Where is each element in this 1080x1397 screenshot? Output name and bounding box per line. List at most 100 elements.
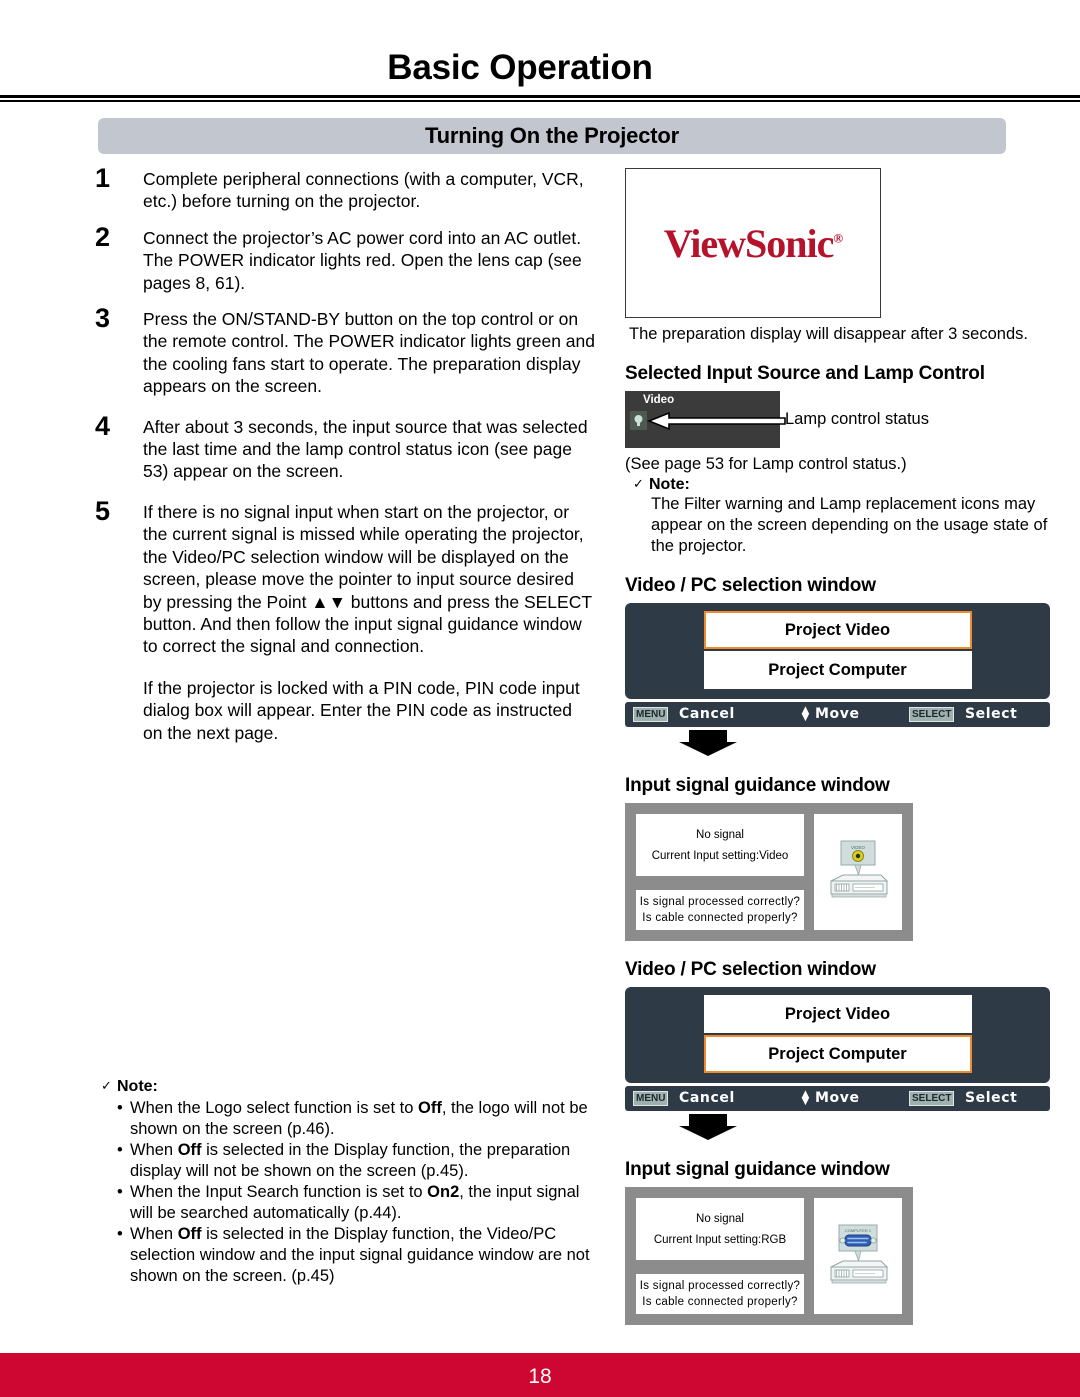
no-signal-label: No signal <box>696 828 744 841</box>
step-paragraph: Press the ON/STAND-BY button on the top … <box>143 309 595 397</box>
step-paragraph: If there is no signal input when start o… <box>143 501 592 657</box>
page-number: 18 <box>528 1365 552 1388</box>
video-pc-selection-window-2: Project Video Project Computer <box>625 987 1050 1083</box>
cancel-label[interactable]: Cancel <box>679 1090 735 1106</box>
note-item: When Off is selected in the Display func… <box>117 1140 595 1182</box>
step-number: 2 <box>95 221 111 252</box>
guidance-question-box: Is signal processed correctly? Is cable … <box>636 890 804 930</box>
guidance-question-box: Is signal processed correctly? Is cable … <box>636 1274 804 1314</box>
viewsonic-logo: ViewSonic® <box>663 220 843 267</box>
note-list: When the Logo select function is set to … <box>95 1098 595 1287</box>
selection-window-1-heading: Video / PC selection window <box>625 575 876 596</box>
question-cable: Is cable connected properly? <box>642 912 798 924</box>
note-heading-label: Note: <box>649 476 690 493</box>
instructions-column: 1 Complete peripheral connections (with … <box>95 163 595 758</box>
svg-text:VIDEO: VIDEO <box>851 845 866 850</box>
menu-key-icon: MENU <box>633 1091 669 1106</box>
left-note-block: ✓ Note: When the Logo select function is… <box>95 1078 595 1287</box>
menu-item-project-video[interactable]: Project Video <box>703 995 972 1033</box>
menu-item-project-computer[interactable]: Project Computer <box>703 1035 972 1073</box>
select-key-icon: SELECT <box>909 1091 955 1106</box>
step-paragraph: Connect the projector’s AC power cord in… <box>143 227 582 293</box>
vcr-video-input-icon: VIDEO <box>830 840 889 898</box>
step-2: 2 Connect the projector’s AC power cord … <box>95 222 595 294</box>
down-flow-arrow-icon <box>679 1114 737 1140</box>
preparation-display-caption: The preparation display will disappear a… <box>629 325 1028 343</box>
down-flow-arrow-icon <box>679 730 737 756</box>
lamp-control-heading: Selected Input Source and Lamp Control <box>625 363 985 384</box>
note-item: When the Logo select function is set to … <box>117 1098 595 1140</box>
lamp-bulb-icon <box>630 411 647 430</box>
step-text: Press the ON/STAND-BY button on the top … <box>143 308 595 398</box>
video-pc-selection-window-1: Project Video Project Computer <box>625 603 1050 699</box>
step-3: 3 Press the ON/STAND-BY button on the to… <box>95 303 595 398</box>
menu-key-icon: MENU <box>633 707 669 722</box>
svg-text:COMPUTER 1: COMPUTER 1 <box>845 1228 872 1233</box>
question-signal: Is signal processed correctly? <box>639 1280 801 1292</box>
note-body: The Filter warning and Lamp replacement … <box>651 495 1048 555</box>
guidance-device-illustration: VIDEO <box>814 814 902 930</box>
osd-hint-bar-1: MENU Cancel ▲ ▼ Move SELECT Select <box>625 702 1050 727</box>
preparation-display-figure: ViewSonic® <box>625 168 881 318</box>
step-number: 1 <box>95 163 111 193</box>
step-number: 4 <box>95 410 111 441</box>
step-text: Connect the projector’s AC power cord in… <box>143 227 595 294</box>
note-heading: ✓ Note: <box>95 1078 595 1096</box>
guidance-status-box: No signal Current Input setting:RGB <box>636 1198 804 1260</box>
callout-arrow-icon <box>647 411 786 431</box>
current-input-label: Current Input setting:Video <box>651 849 789 862</box>
check-icon: ✓ <box>101 1078 112 1093</box>
cancel-label[interactable]: Cancel <box>679 706 735 722</box>
guidance-window-2-heading: Input signal guidance window <box>625 1159 890 1180</box>
select-label[interactable]: Select <box>965 706 1017 722</box>
menu-item-project-video[interactable]: Project Video <box>703 611 972 649</box>
guidance-window-1-heading: Input signal guidance window <box>625 775 890 796</box>
step-number: 5 <box>95 495 111 526</box>
guidance-text-area: No signal Current Input setting:RGB Is s… <box>636 1198 804 1314</box>
osd-input-label: Video <box>643 394 675 406</box>
registered-mark-icon: ® <box>833 230 843 246</box>
step-paragraph: If the projector is locked with a PIN co… <box>143 677 580 743</box>
page-title: Basic Operation <box>387 48 653 87</box>
guidance-device-illustration: COMPUTER 1 <box>814 1198 902 1314</box>
viewsonic-logo-text: ViewSonic <box>663 220 835 266</box>
input-signal-guidance-window-2: No signal Current Input setting:RGB Is s… <box>625 1187 913 1325</box>
step-5: 5 If there is no signal input when start… <box>95 496 595 744</box>
section-heading-label: Turning On the Projector <box>425 123 679 148</box>
header-divider <box>0 95 1080 103</box>
right-note-block: ✓ Note: The Filter warning and Lamp repl… <box>633 476 1055 557</box>
step-text: If there is no signal input when start o… <box>143 501 595 744</box>
step-number: 3 <box>95 303 111 334</box>
note-heading-label: Note: <box>117 1078 158 1095</box>
guidance-status-box: No signal Current Input setting:Video <box>636 814 804 876</box>
move-label: Move <box>815 706 860 722</box>
move-label: Move <box>815 1090 860 1106</box>
up-down-arrow-icon: ▲ ▼ <box>799 702 812 724</box>
osd-hint-bar-2: MENU Cancel ▲ ▼ Move SELECT Select <box>625 1086 1050 1111</box>
select-key-icon: SELECT <box>909 707 955 722</box>
select-label[interactable]: Select <box>965 1090 1017 1106</box>
step-text: After about 3 seconds, the input source … <box>143 416 595 483</box>
figures-column: ViewSonic® The preparation display will … <box>625 168 1055 1325</box>
up-down-arrow-icon: ▲ ▼ <box>799 1086 812 1108</box>
note-heading: ✓ Note: <box>633 476 1055 494</box>
lamp-control-status-label: Lamp control status <box>785 410 929 428</box>
step-paragraph: Complete peripheral connections (with a … <box>143 169 584 212</box>
no-signal-label: No signal <box>696 1212 744 1225</box>
computer-vga-input-icon: COMPUTER 1 <box>830 1224 889 1284</box>
check-icon: ✓ <box>633 476 644 491</box>
question-cable: Is cable connected properly? <box>642 1296 798 1308</box>
lamp-see-page-text: (See page 53 for Lamp control status.) <box>625 455 907 473</box>
question-signal: Is signal processed correctly? <box>639 896 801 908</box>
note-item: When the Input Search function is set to… <box>117 1182 595 1224</box>
step-1: 1 Complete peripheral connections (with … <box>95 163 595 213</box>
note-item: When Off is selected in the Display func… <box>117 1224 595 1287</box>
section-heading: Turning On the Projector <box>98 118 1006 154</box>
selection-window-2-heading: Video / PC selection window <box>625 959 876 980</box>
guidance-text-area: No signal Current Input setting:Video Is… <box>636 814 804 930</box>
lamp-control-figure: Video Lamp control status <box>625 391 1055 453</box>
input-signal-guidance-window-1: No signal Current Input setting:Video Is… <box>625 803 913 941</box>
menu-item-project-computer[interactable]: Project Computer <box>703 651 972 689</box>
step-text: Complete peripheral connections (with a … <box>143 168 595 213</box>
current-input-label: Current Input setting:RGB <box>653 1233 787 1246</box>
